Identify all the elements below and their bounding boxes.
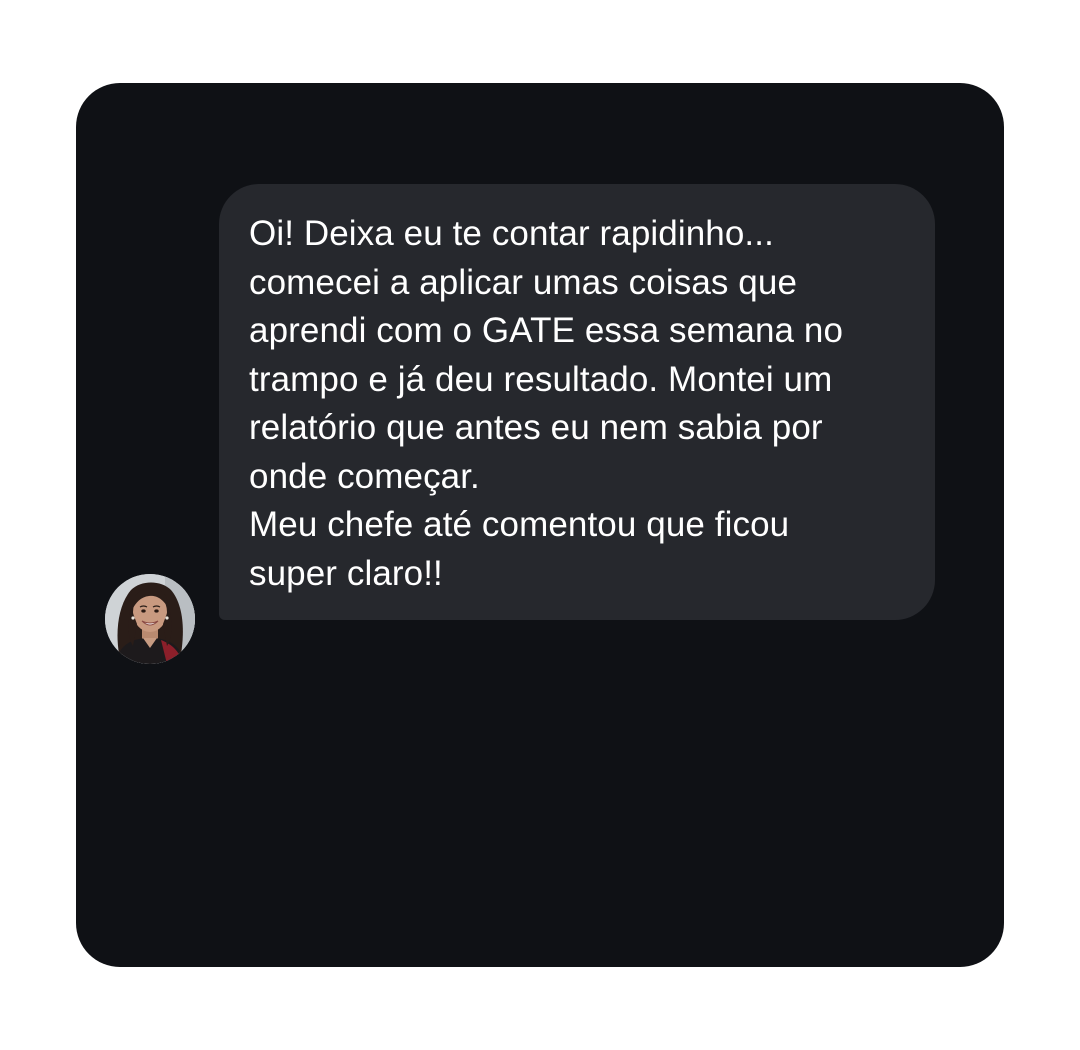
message-line: onde começar. [249, 456, 480, 496]
message-line: trampo e já deu resultado. Montei um [249, 359, 833, 399]
message-line: relatório que antes eu nem sabia por [249, 408, 823, 447]
message-line: Oi! Deixa eu te contar rapidinho... [249, 214, 774, 253]
message-line: super claro!! [249, 553, 443, 593]
incoming-message-bubble[interactable]: Oi! Deixa eu te contar rapidinho... come… [219, 184, 935, 620]
sender-avatar[interactable] [105, 574, 195, 664]
message-line: Meu chefe até comentou que ficou [249, 505, 790, 544]
chat-panel: Oi! Deixa eu te contar rapidinho... come… [76, 83, 1004, 967]
user-photo-avatar-icon [105, 574, 195, 664]
message-line: comecei a aplicar umas coisas que [249, 262, 798, 302]
message-line: aprendi com o GATE essa semana no [249, 311, 844, 350]
